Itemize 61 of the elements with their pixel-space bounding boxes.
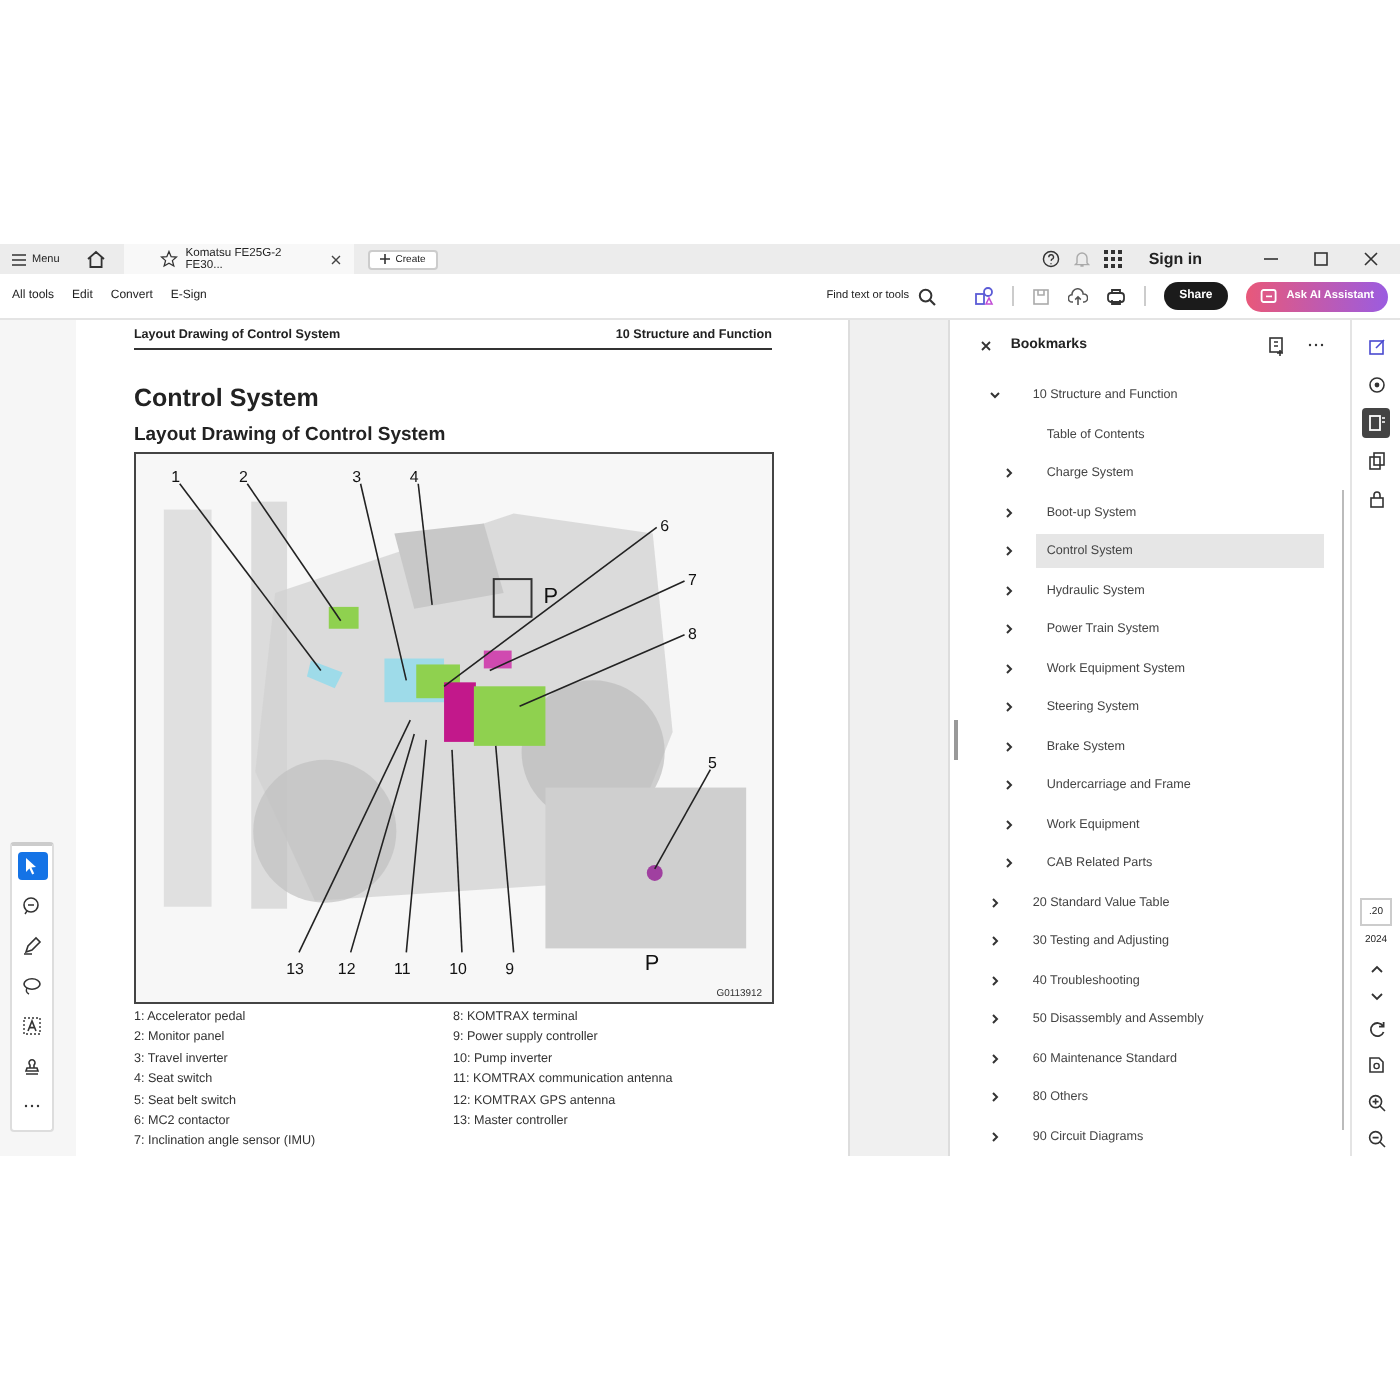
close-icon[interactable] — [980, 339, 993, 351]
close-icon[interactable] — [329, 253, 342, 265]
chevron-right-icon[interactable] — [1004, 468, 1015, 479]
plus-icon — [379, 254, 390, 264]
stamp-icon — [22, 1056, 42, 1076]
help-icon[interactable] — [1042, 250, 1061, 268]
chevron-down-icon[interactable] — [1369, 992, 1384, 1002]
print-icon[interactable] — [1105, 287, 1126, 305]
page-icon[interactable] — [1367, 1056, 1386, 1076]
lock-icon — [1367, 490, 1386, 508]
chevron-right-icon[interactable] — [1004, 663, 1015, 674]
chevron-right-icon[interactable] — [990, 975, 1001, 986]
chevron-right-icon[interactable] — [990, 1131, 1001, 1142]
bookmark-panel-icon — [1367, 414, 1386, 432]
chevron-right-icon[interactable] — [1004, 702, 1015, 713]
home-icon[interactable] — [85, 250, 106, 268]
comment-icon — [22, 896, 42, 916]
chevron-right-icon[interactable] — [1004, 507, 1015, 518]
chevron-right-icon[interactable] — [990, 1014, 1001, 1025]
chevron-right-icon[interactable] — [1004, 780, 1015, 791]
cloud-upload-icon[interactable] — [1067, 287, 1088, 305]
chevron-up-icon[interactable] — [1369, 964, 1384, 974]
ai-chat-icon — [1260, 287, 1279, 305]
chevron-right-icon[interactable] — [1004, 624, 1015, 635]
close-icon[interactable] — [1362, 250, 1380, 268]
rotate-icon[interactable] — [1367, 1020, 1386, 1038]
chevron-right-icon[interactable] — [1004, 858, 1015, 869]
view-label: P — [543, 584, 558, 609]
leader-line — [417, 483, 433, 606]
section-subtitle: Layout Drawing of Control System — [133, 424, 448, 446]
chevron-right-icon[interactable] — [1004, 741, 1015, 752]
tool-button[interactable] — [17, 972, 47, 1000]
comment-icon — [1367, 376, 1386, 394]
chevron-right-icon[interactable] — [1004, 546, 1015, 557]
lasso-icon — [22, 976, 42, 996]
leader-line — [653, 768, 712, 870]
chevron-right-icon[interactable] — [990, 1053, 1001, 1064]
shapes-icon[interactable] — [973, 286, 994, 306]
zoom-out-icon[interactable] — [1367, 1130, 1386, 1148]
chevron-right-icon[interactable] — [1004, 585, 1015, 596]
pen-icon — [22, 936, 42, 956]
search-icon[interactable] — [917, 287, 936, 305]
pages-icon — [1367, 452, 1386, 470]
zoom-in-icon[interactable] — [1367, 1094, 1386, 1112]
maximize-icon[interactable] — [1312, 250, 1330, 268]
edit-icon — [1367, 338, 1386, 356]
chevron-right-icon[interactable] — [990, 936, 1001, 947]
sign-in-button[interactable]: Sign in — [1148, 250, 1202, 268]
view-label: P — [644, 952, 660, 977]
text-box-icon — [22, 1016, 42, 1036]
chevron-down-icon[interactable] — [990, 390, 1001, 401]
chevron-right-icon[interactable] — [990, 897, 1001, 908]
star-icon — [159, 250, 178, 268]
panel-button[interactable] — [1362, 408, 1391, 438]
bookmark-add-icon[interactable] — [1268, 335, 1287, 355]
chevron-right-icon[interactable] — [1004, 819, 1015, 830]
tool-button[interactable] — [17, 1012, 47, 1040]
apps-grid-icon[interactable] — [1104, 250, 1123, 268]
menu-icon — [12, 253, 26, 265]
chevron-right-icon[interactable] — [990, 1092, 1001, 1103]
page-title: Control System — [133, 384, 321, 412]
